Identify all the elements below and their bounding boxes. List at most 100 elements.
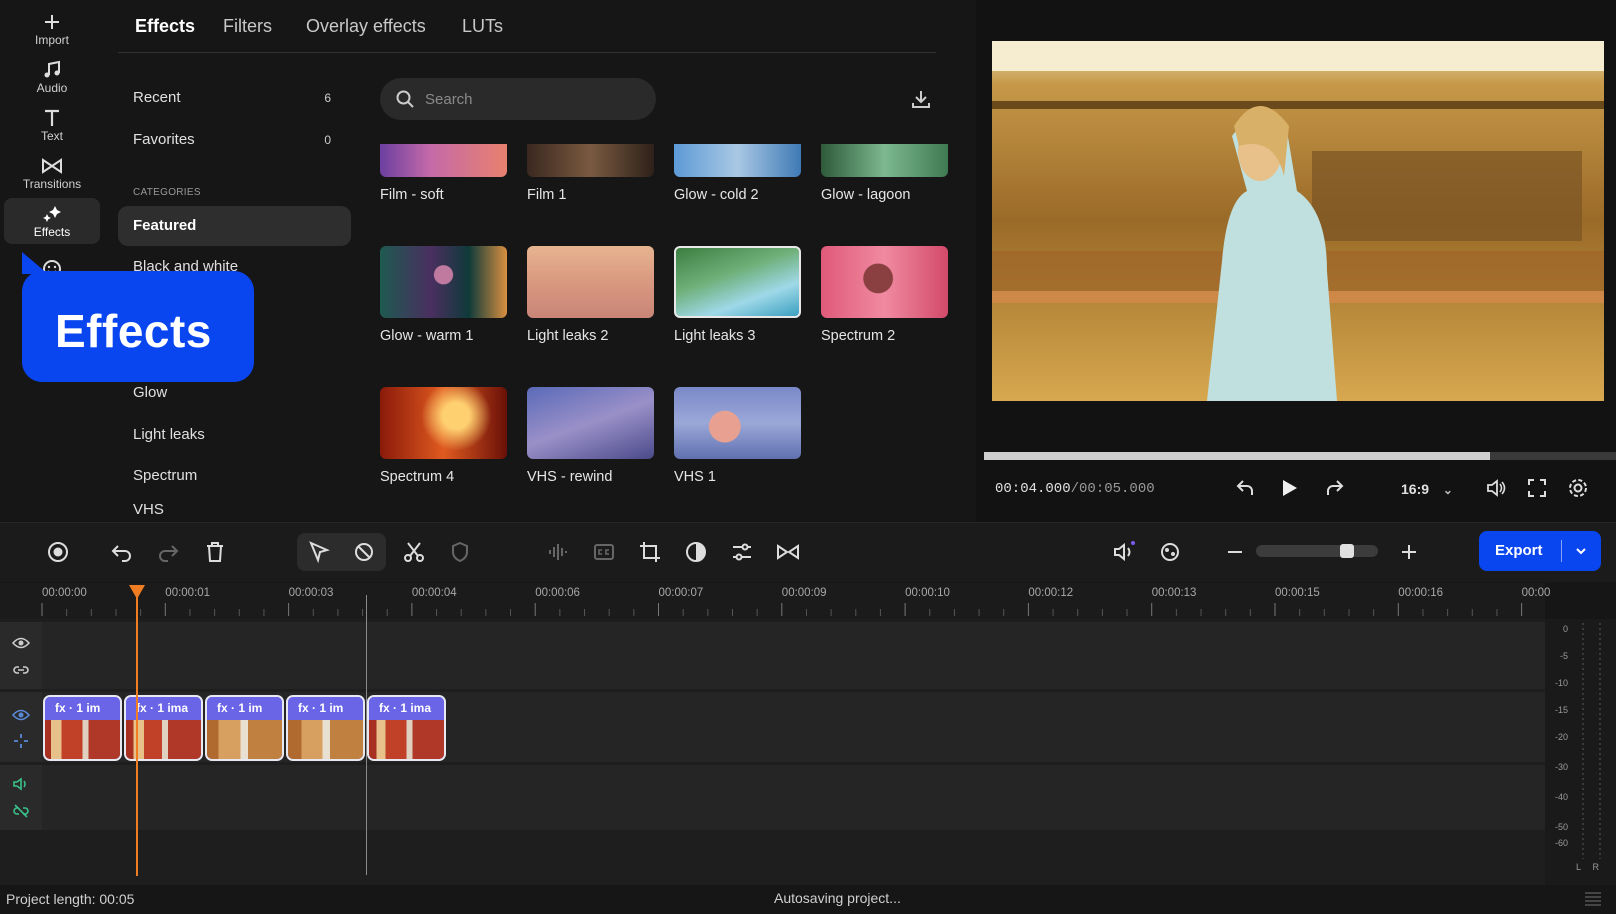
effect-thumb-glow-cold-2[interactable]: [674, 144, 801, 177]
timeline-clip[interactable]: fx · 1 ima: [367, 695, 446, 761]
ruler-time-label: 00:00:16: [1398, 587, 1444, 599]
category-recent[interactable]: Recent 6: [118, 78, 351, 118]
effect-thumb-light-leaks-3[interactable]: [674, 246, 801, 318]
category-spectrum[interactable]: Spectrum: [118, 456, 351, 496]
effect-label: Film - soft: [380, 187, 444, 203]
effect-thumb-vhs-rewind[interactable]: [527, 387, 654, 459]
left-rail: Import Audio Text Transitions Effects: [0, 0, 104, 522]
unlink-icon[interactable]: [12, 802, 30, 820]
effect-thumb-film-1[interactable]: [527, 144, 654, 177]
category-favorites-count: 0: [324, 133, 331, 147]
export-button[interactable]: Export: [1479, 531, 1601, 571]
tab-filters[interactable]: Filters: [223, 16, 272, 37]
effects-track-icon[interactable]: [12, 732, 30, 750]
color-picker-icon[interactable]: [1158, 540, 1182, 564]
category-favorites[interactable]: Favorites 0: [118, 120, 351, 160]
select-arrow-icon[interactable]: [307, 540, 331, 564]
slip-tool-icon[interactable]: [352, 540, 376, 564]
aspect-ratio-select[interactable]: 16:9 ⌄: [1401, 481, 1453, 497]
category-light-leaks[interactable]: Light leaks: [118, 415, 351, 455]
tab-overlay-effects[interactable]: Overlay effects: [306, 16, 426, 37]
eye-icon[interactable]: [12, 706, 30, 724]
video-preview[interactable]: [992, 41, 1604, 401]
overlay-track-header: [0, 622, 42, 689]
audio-detach-icon[interactable]: [1112, 540, 1136, 564]
effect-thumb-vhs-1[interactable]: [674, 387, 801, 459]
rewind-icon[interactable]: [1234, 477, 1256, 499]
meter-db-label: -10: [1554, 678, 1568, 688]
effect-thumb-film-soft[interactable]: [380, 144, 507, 177]
rail-effects[interactable]: Effects: [4, 198, 100, 244]
captions-icon[interactable]: [592, 540, 616, 564]
effect-thumb-spectrum-2[interactable]: [821, 246, 948, 318]
speaker-icon[interactable]: [12, 775, 30, 793]
rail-transitions[interactable]: Transitions: [4, 150, 100, 196]
rail-label-audio: Audio: [36, 81, 68, 95]
audio-split-icon[interactable]: [546, 540, 570, 564]
download-icon[interactable]: [910, 88, 932, 110]
timeline-end-marker: [366, 595, 367, 875]
delete-icon[interactable]: [203, 540, 227, 564]
search-box[interactable]: [380, 78, 656, 120]
rail-import[interactable]: Import: [4, 6, 100, 52]
grid-icon[interactable]: [1583, 890, 1603, 908]
zoom-slider-track[interactable]: [1256, 545, 1378, 557]
effect-label: VHS - rewind: [527, 469, 613, 485]
audio-track[interactable]: [42, 765, 1545, 830]
volume-icon[interactable]: [1485, 477, 1507, 499]
tab-luts[interactable]: LUTs: [462, 16, 503, 37]
timeline-clip[interactable]: fx · 1 im: [205, 695, 284, 761]
rail-audio[interactable]: Audio: [4, 54, 100, 100]
ruler-time-label: 00:00:15: [1275, 587, 1320, 599]
effect-label: VHS 1: [674, 469, 716, 485]
effect-label: Glow - warm 1: [380, 328, 474, 344]
forward-icon[interactable]: [1324, 477, 1346, 499]
eye-icon[interactable]: [12, 634, 30, 652]
rail-text[interactable]: Text: [4, 102, 100, 148]
ruler-time-label: 00:00: [1521, 587, 1551, 599]
playhead-handle[interactable]: [129, 585, 145, 599]
preview-progress-fill: [984, 452, 1490, 460]
zoom-in-icon[interactable]: [1397, 540, 1421, 564]
scissors-icon[interactable]: [402, 540, 426, 564]
clip-fx-tag: fx · 1 im: [288, 697, 363, 720]
shield-icon[interactable]: [448, 540, 472, 564]
sliders-icon[interactable]: [730, 540, 754, 564]
zoom-slider-handle[interactable]: [1340, 544, 1354, 558]
effect-label: Light leaks 2: [527, 328, 609, 344]
effect-thumb-spectrum-4[interactable]: [380, 387, 507, 459]
fullscreen-icon[interactable]: [1526, 477, 1548, 499]
record-icon[interactable]: [46, 540, 70, 564]
redo-icon[interactable]: [156, 540, 180, 564]
effect-thumb-light-leaks-2[interactable]: [527, 246, 654, 318]
play-icon[interactable]: [1279, 477, 1299, 499]
playhead-line[interactable]: [136, 591, 138, 876]
effect-thumb-glow-lagoon[interactable]: [821, 144, 948, 177]
tab-effects[interactable]: Effects: [135, 16, 195, 37]
link-icon[interactable]: [12, 661, 30, 679]
rail-label-import: Import: [34, 33, 69, 47]
export-dropdown-chevron-icon[interactable]: [1574, 540, 1588, 562]
settings-gear-icon[interactable]: [1567, 477, 1589, 499]
timeline-clip[interactable]: fx · 1 im: [286, 695, 365, 761]
undo-icon[interactable]: [110, 540, 134, 564]
meter-db-label: -30: [1554, 762, 1568, 772]
overlay-track[interactable]: [42, 622, 1545, 689]
crop-icon[interactable]: [638, 540, 662, 564]
transition-icon[interactable]: [776, 540, 800, 564]
effects-tooltip-text: Effects: [55, 305, 212, 357]
meter-channel-label: R: [1592, 862, 1600, 872]
color-adjust-icon[interactable]: [684, 540, 708, 564]
meter-db-label: -60: [1554, 838, 1568, 848]
ruler-time-label: 00:00:10: [905, 587, 950, 599]
category-featured[interactable]: Featured: [118, 206, 351, 246]
search-input[interactable]: [425, 90, 625, 108]
timeline-clip[interactable]: fx · 1 im: [43, 695, 122, 761]
effect-label: Spectrum 2: [821, 328, 896, 344]
effect-thumb-glow-warm-1[interactable]: [380, 246, 507, 318]
effect-label: Film 1: [527, 187, 567, 203]
zoom-out-icon[interactable]: [1223, 540, 1247, 564]
export-label: Export: [1495, 542, 1543, 559]
sparkle-icon: [41, 203, 63, 225]
category-vhs[interactable]: VHS: [118, 500, 351, 522]
